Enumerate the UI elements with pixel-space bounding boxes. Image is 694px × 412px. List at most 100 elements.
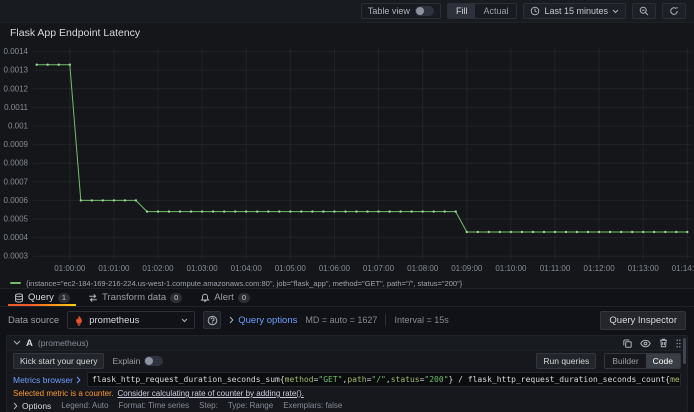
time-range-picker[interactable]: Last 15 minutes [523, 3, 626, 19]
query-row-header[interactable]: A (prometheus) [7, 336, 687, 351]
toggle-knob [415, 7, 424, 15]
query-options-toggle[interactable]: Query options [229, 315, 297, 326]
transform-icon [89, 293, 97, 302]
query-actions-row: Kick start your query Explain Run querie… [7, 351, 687, 371]
remove-query-trash-icon[interactable] [659, 338, 668, 348]
max-data-points-summary: MD = auto = 1627 [305, 315, 378, 325]
database-icon [15, 292, 23, 303]
datasource-help-button[interactable] [203, 311, 222, 329]
fill-button[interactable]: Fill [447, 4, 476, 18]
topbar: Table view Fill Actual Last 15 minutes [0, 0, 694, 23]
bell-icon [200, 293, 210, 302]
query-options-row: Options Legend: Auto Format: Time series S… [7, 399, 687, 412]
svg-text:0.0003: 0.0003 [4, 252, 29, 261]
tab-transform-data[interactable]: Transform data 0 [80, 289, 190, 306]
tab-alert-count: 0 [237, 292, 250, 303]
svg-text:0.0004: 0.0004 [4, 233, 29, 242]
question-circle-icon [207, 315, 218, 325]
series-label[interactable]: {instance="ec2-184-169-216-224.us-west-1… [26, 279, 462, 288]
svg-text:01:08:00: 01:08:00 [407, 264, 439, 273]
svg-text:01:05:00: 01:05:00 [275, 264, 307, 273]
counter-warning: Selected metric is a counter. Consider c… [7, 388, 687, 399]
promql-expression-input[interactable]: flask_http_request_duration_seconds_sum{… [86, 372, 681, 387]
warning-fix-link[interactable]: Consider calculating rate of counter by … [118, 389, 304, 398]
chevron-down-icon [181, 318, 188, 322]
query-editor-card: A (prometheus) Kick start your query Exp… [6, 335, 688, 412]
svg-text:0.0008: 0.0008 [4, 159, 29, 168]
drag-handle-icon[interactable] [676, 338, 681, 348]
refresh-button[interactable] [662, 3, 686, 19]
svg-text:0.0005: 0.0005 [4, 215, 29, 224]
query-inspector-button[interactable]: Query Inspector [600, 310, 686, 330]
tab-query-label: Query [28, 292, 54, 303]
svg-text:0.0006: 0.0006 [4, 196, 29, 205]
svg-text:01:06:00: 01:06:00 [319, 264, 351, 273]
svg-text:0.0007: 0.0007 [4, 177, 29, 186]
tab-alert[interactable]: Alert 0 [192, 289, 258, 306]
chevron-right-icon [229, 316, 234, 324]
svg-text:0.0014: 0.0014 [4, 47, 29, 56]
time-range-label: Last 15 minutes [544, 6, 608, 16]
datasource-picker[interactable]: prometheus [67, 311, 196, 329]
toggle-knob [145, 357, 154, 365]
svg-text:0.001: 0.001 [8, 122, 29, 131]
divider [385, 314, 387, 326]
datasource-label: Data source [8, 314, 60, 326]
svg-text:01:09:00: 01:09:00 [451, 264, 483, 273]
svg-text:0.0013: 0.0013 [4, 66, 29, 75]
svg-text:01:03:00: 01:03:00 [187, 264, 219, 273]
options-label: Options [22, 400, 52, 411]
panel-title: Flask App Endpoint Latency [10, 27, 141, 39]
zoom-out-button[interactable] [632, 3, 656, 19]
fill-actual-group: Fill Actual [446, 3, 518, 19]
query-toolbar: Data source prometheus Query options MD … [0, 307, 694, 333]
query-row-actions [623, 338, 681, 348]
svg-text:01:04:00: 01:04:00 [231, 264, 263, 273]
chevron-right-icon [13, 402, 18, 409]
options-toggle[interactable]: Options [13, 401, 51, 411]
prometheus-icon [76, 315, 83, 326]
builder-code-group: Builder Code [604, 353, 681, 369]
svg-text:0.0012: 0.0012 [4, 84, 29, 93]
clock-icon [531, 6, 540, 16]
latency-chart[interactable]: 0.0014 0.0013 0.0012 0.0011 0.001 0.0009 0.000… [0, 41, 694, 277]
svg-text:01:13:00: 01:13:00 [628, 264, 660, 273]
metrics-browser-button[interactable]: Metrics browser [13, 375, 81, 385]
tab-query[interactable]: Query 1 [6, 289, 78, 306]
explain-label: Explain [112, 356, 141, 366]
metrics-browser-label: Metrics browser [13, 374, 73, 385]
table-view-control: Table view [360, 3, 441, 19]
tab-transform-label: Transform data [102, 292, 167, 303]
table-view-toggle[interactable] [414, 6, 434, 16]
legend: {instance="ec2-184-169-216-224.us-west-1… [0, 277, 694, 289]
query-options-label: Query options [238, 314, 298, 326]
refresh-icon [670, 6, 678, 15]
code-radio[interactable]: Code [645, 354, 680, 368]
svg-text:01:10:00: 01:10:00 [495, 264, 527, 273]
actual-button[interactable]: Actual [475, 4, 516, 18]
svg-text:01:01:00: 01:01:00 [98, 264, 130, 273]
kick-start-query-button[interactable]: Kick start your query [13, 353, 105, 369]
scrollbar-thumb[interactable] [683, 338, 686, 364]
hide-response-eye-icon[interactable] [640, 339, 651, 348]
run-queries-button[interactable]: Run queries [536, 353, 597, 369]
duplicate-query-icon[interactable] [623, 339, 632, 348]
series-color-mark [10, 282, 21, 284]
options-summary: Legend: Auto Format: Time series Step: Type… [61, 401, 343, 410]
svg-text:01:11:00: 01:11:00 [540, 264, 571, 273]
chevron-down-icon [612, 9, 619, 13]
query-datasource-hint: (prometheus) [37, 338, 89, 348]
builder-radio[interactable]: Builder [605, 354, 645, 368]
svg-text:01:07:00: 01:07:00 [363, 264, 395, 273]
query-ref-id: A [26, 337, 33, 349]
interval-summary: Interval = 15s [394, 315, 449, 325]
warning-text: Selected metric is a counter. [13, 389, 114, 398]
tab-alert-label: Alert [214, 292, 234, 303]
tab-query-count: 1 [57, 292, 71, 303]
svg-text:01:00:00: 01:00:00 [54, 264, 86, 273]
zoom-out-icon [639, 6, 649, 16]
svg-text:0.0009: 0.0009 [4, 140, 29, 149]
tab-transform-count: 0 [170, 292, 183, 303]
explain-toggle[interactable] [144, 356, 164, 366]
svg-text:0.0011: 0.0011 [4, 103, 28, 112]
